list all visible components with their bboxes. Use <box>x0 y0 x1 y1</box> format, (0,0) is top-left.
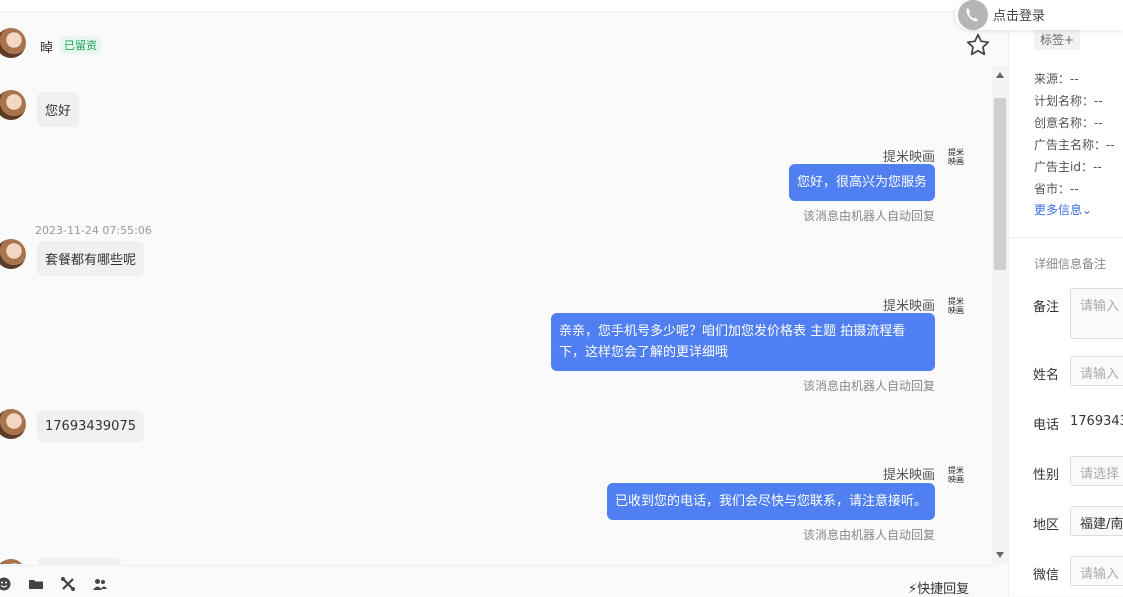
contacts-icon[interactable] <box>92 576 108 592</box>
sender-name: 提米映画 <box>882 150 935 165</box>
contact-avatar[interactable] <box>0 28 26 58</box>
phone-call-icon <box>958 0 988 30</box>
folder-icon[interactable] <box>28 576 44 592</box>
message-timestamp: 2023-11-24 07:55:06 <box>35 224 152 237</box>
message-bubble-incoming <box>37 558 121 564</box>
top-bar <box>0 0 1008 12</box>
contact-name: 晫 <box>40 41 54 56</box>
contact-avatar <box>0 559 26 564</box>
chat-header: 晫 已留资 <box>0 24 1000 66</box>
note-label: 备注 <box>1033 300 1060 315</box>
phone-label: 电话 <box>1033 418 1060 433</box>
section-title: 详细信息备注 <box>1034 257 1107 271</box>
phone-value[interactable]: 1769343 <box>1070 414 1123 429</box>
chat-scrollbar[interactable] <box>992 66 1008 564</box>
region-label: 地区 <box>1033 518 1060 533</box>
name-input[interactable]: 请输入 <box>1070 356 1123 386</box>
quick-reply-label: 快捷回复 <box>917 582 970 597</box>
message-list[interactable]: 您好 提米映画 提米映画 您好，很高兴为您服务 该消息由机器人自动回复 2023… <box>0 66 992 564</box>
brand-logo: 提米映画 <box>948 466 964 484</box>
scrollbar-thumb[interactable] <box>994 98 1006 270</box>
contact-avatar <box>0 90 26 120</box>
info-plan-name: 计划名称：-- <box>1034 94 1103 108</box>
composer-toolbar: ⚡快捷回复 <box>0 565 1000 597</box>
contact-avatar <box>0 239 26 269</box>
gender-select[interactable]: 请选择 <box>1070 456 1123 486</box>
tools-icon[interactable] <box>60 576 76 592</box>
info-province-city: 省市：-- <box>1034 182 1079 196</box>
message-bubble-outgoing: 已收到您的电话，我们会尽快与您联系，请注意接听。 <box>606 483 935 520</box>
message-bubble-outgoing: 您好，很高兴为您服务 <box>788 164 935 201</box>
auto-reply-note: 该消息由机器人自动回复 <box>802 528 935 542</box>
message-bubble-incoming: 17693439075 <box>37 411 144 442</box>
scroll-down-arrow-icon[interactable] <box>996 552 1004 558</box>
wechat-label: 微信 <box>1033 568 1060 583</box>
message-bubble-incoming: 套餐都有哪些呢 <box>37 241 145 276</box>
divider <box>1009 237 1123 238</box>
add-tag-button[interactable]: 标签+ <box>1034 29 1081 50</box>
status-badge: 已留资 <box>60 36 101 54</box>
star-icon[interactable] <box>965 32 991 58</box>
gender-label: 性别 <box>1033 468 1060 483</box>
wechat-input[interactable]: 请输入 <box>1070 556 1123 586</box>
name-label: 姓名 <box>1033 368 1060 383</box>
more-info-link[interactable]: 更多信息⌄ <box>1034 201 1092 218</box>
quick-reply-button[interactable]: ⚡快捷回复 <box>908 578 969 597</box>
lightning-icon: ⚡ <box>908 582 918 597</box>
sender-name: 提米映画 <box>882 468 935 483</box>
contact-avatar <box>0 409 26 439</box>
auto-reply-note: 该消息由机器人自动回复 <box>802 209 935 223</box>
brand-logo: 提米映画 <box>948 297 964 315</box>
auto-reply-note: 该消息由机器人自动回复 <box>802 379 935 393</box>
note-input[interactable]: 请输入 <box>1070 288 1123 339</box>
customer-info-panel: 标签+ 来源：-- 计划名称：-- 创意名称：-- 广告主名称：-- 广告主id… <box>1008 0 1123 596</box>
scroll-up-arrow-icon[interactable] <box>996 72 1004 78</box>
message-bubble-incoming: 您好 <box>37 92 80 127</box>
region-select[interactable]: 福建/南 <box>1070 506 1123 536</box>
info-creative-name: 创意名称：-- <box>1034 116 1103 130</box>
login-button[interactable]: 点击登录 <box>955 0 1123 30</box>
info-source: 来源：-- <box>1034 72 1079 86</box>
message-bubble-outgoing: 亲亲，您手机号多少呢？咱们加您发价格表 主题 拍摄流程看下，这样您会了解的更详细… <box>551 313 935 371</box>
emoji-icon[interactable] <box>0 576 12 592</box>
info-advertiser-name: 广告主名称：-- <box>1034 138 1115 152</box>
sender-name: 提米映画 <box>882 299 935 314</box>
info-advertiser-id: 广告主id：-- <box>1034 160 1102 174</box>
login-label: 点击登录 <box>993 9 1046 24</box>
brand-logo: 提米映画 <box>948 148 964 166</box>
